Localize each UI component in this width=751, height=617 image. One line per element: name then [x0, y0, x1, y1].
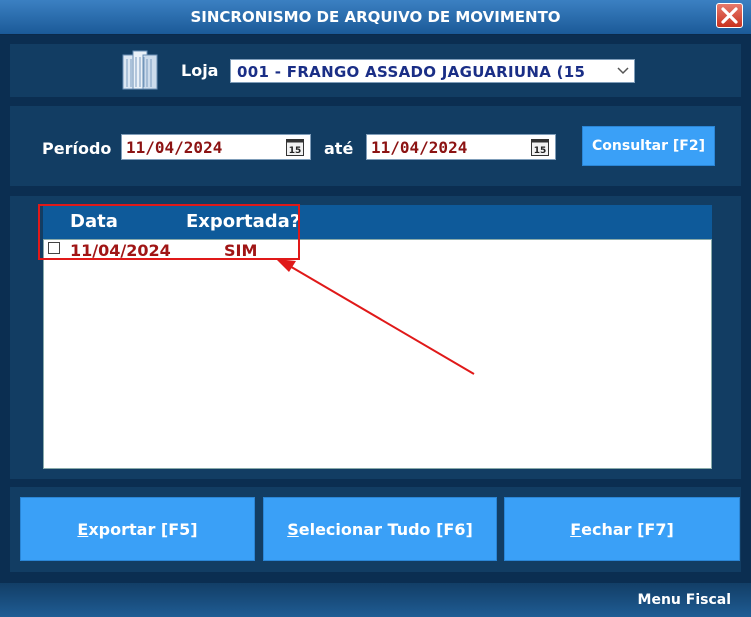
menu-fiscal-link[interactable]: Menu Fiscal [638, 592, 731, 608]
start-date-input[interactable]: 11/04/2024 15 [121, 134, 311, 160]
start-date-value: 11/04/2024 [126, 138, 223, 157]
store-select[interactable]: 001 - FRANGO ASSADO JAGUARIUNA (15 [230, 59, 635, 83]
close-icon [721, 7, 738, 24]
calendar-icon[interactable]: 15 [531, 139, 549, 156]
close-hotkey: F [570, 519, 582, 539]
export-hotkey: E [77, 519, 89, 539]
select-all-hotkey: S [287, 519, 299, 539]
calendar-day-text: 15 [289, 146, 302, 156]
calendar-icon[interactable]: 15 [286, 139, 304, 156]
select-all-label: elecionar Tudo [F6] [298, 519, 473, 539]
end-date-input[interactable]: 11/04/2024 15 [366, 134, 556, 160]
close-label: echar [F7] [581, 519, 674, 539]
close-window-button[interactable]: Fechar [F7] [504, 497, 740, 561]
status-bar: Menu Fiscal [0, 583, 751, 617]
store-select-value: 001 - FRANGO ASSADO JAGUARIUNA (15 [237, 63, 586, 81]
chevron-down-icon[interactable] [616, 62, 630, 80]
window-title: SINCRONISMO DE ARQUIVO DE MOVIMENTO [190, 8, 561, 26]
period-label: Período [42, 139, 112, 158]
export-button[interactable]: Exportar [F5] [20, 497, 255, 561]
end-date-value: 11/04/2024 [371, 138, 468, 157]
export-label: xportar [F5] [88, 519, 198, 539]
calendar-day-text: 15 [534, 146, 547, 156]
server-icon [122, 50, 158, 90]
store-label: Loja [181, 61, 219, 80]
highlight-box [38, 204, 300, 260]
consult-button[interactable]: Consultar [F2] [582, 126, 715, 166]
select-all-button[interactable]: Selecionar Tudo [F6] [263, 497, 497, 561]
close-button[interactable] [716, 3, 743, 28]
movement-list[interactable] [43, 239, 712, 469]
until-label: até [324, 139, 354, 158]
